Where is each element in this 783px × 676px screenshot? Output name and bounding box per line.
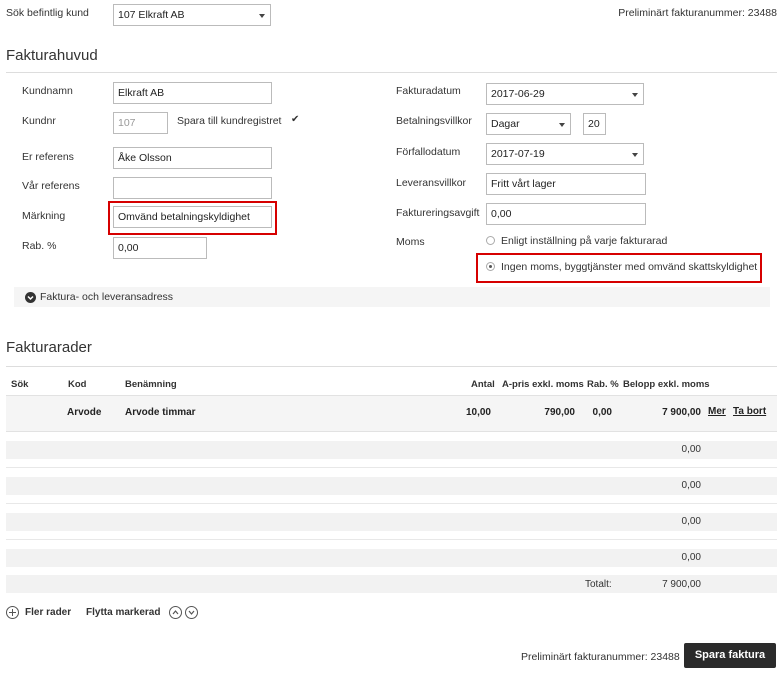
customer-no-label: Kundnr	[22, 115, 56, 127]
divider	[6, 503, 777, 504]
total-value: 7 900,00	[662, 579, 701, 590]
invoicing-fee-input[interactable]: 0,00	[486, 203, 646, 225]
section-title-invoice-header: Fakturahuvud	[6, 47, 98, 64]
prelim-invoice-number-top: Preliminärt fakturanummer: 23488	[618, 7, 777, 19]
marking-label: Märkning	[22, 210, 66, 222]
row-discount: 0,00	[592, 407, 612, 418]
marking-highlight	[108, 201, 277, 235]
move-selected-label: Flytta markerad	[86, 607, 161, 618]
chevron-down-icon	[259, 14, 265, 18]
col-header-discount: Rab. %	[587, 379, 619, 390]
col-header-amount: Belopp exkl. moms	[623, 379, 710, 390]
payment-terms-label: Betalningsvillkor	[396, 115, 472, 127]
plus-circle-icon[interactable]	[6, 606, 19, 619]
due-date-value: 2017-07-19	[491, 148, 545, 160]
customer-no-input: 107	[113, 112, 168, 134]
total-label: Totalt:	[585, 579, 612, 590]
search-customer-label: Sök befintlig kund	[6, 7, 89, 19]
row-amount: 0,00	[681, 516, 701, 527]
more-rows-button[interactable]: Fler rader	[25, 607, 71, 618]
your-reference-input[interactable]: Åke Olsson	[113, 147, 272, 169]
delivery-terms-label: Leveransvillkor	[396, 177, 467, 189]
save-invoice-button[interactable]: Spara faktura	[684, 643, 776, 668]
payment-terms-value: Dagar	[491, 118, 520, 130]
row-amount: 0,00	[681, 552, 701, 563]
divider	[6, 539, 777, 540]
section-title-invoice-rows: Fakturarader	[6, 339, 92, 356]
row-amount: 0,00	[681, 444, 701, 455]
chevron-down-icon	[632, 93, 638, 97]
customer-name-label: Kundnamn	[22, 85, 73, 97]
col-header-name: Benämning	[125, 379, 177, 390]
prelim-invoice-number-bottom: Preliminärt fakturanummer: 23488	[521, 651, 680, 663]
divider	[6, 366, 777, 367]
save-to-register-label: Spara till kundregistret	[177, 115, 282, 127]
delivery-terms-input[interactable]: Fritt vårt lager	[486, 173, 646, 195]
col-header-price: A-pris exkl. moms	[502, 379, 584, 390]
row-amount: 7 900,00	[662, 407, 701, 418]
row-code: Arvode	[67, 407, 102, 418]
address-toggle-label: Faktura- och leveransadress	[40, 291, 174, 303]
chevron-up-circle-icon[interactable]	[169, 606, 182, 619]
table-row[interactable]	[6, 549, 777, 567]
row-more-link[interactable]: Mer	[708, 406, 726, 417]
invoice-date-value: 2017-06-29	[491, 88, 545, 100]
col-header-code: Kod	[68, 379, 87, 390]
invoicing-fee-label: Faktureringsavgift	[396, 207, 480, 219]
row-price: 790,00	[544, 407, 575, 418]
chevron-down-circle-icon[interactable]	[185, 606, 198, 619]
col-header-search: Sök	[11, 379, 29, 390]
customer-select[interactable]: 107 Elkraft AB	[113, 4, 271, 26]
our-reference-input[interactable]	[113, 177, 272, 199]
payment-days-input[interactable]: 20	[583, 113, 606, 135]
row-delete-link[interactable]: Ta bort	[733, 406, 766, 417]
vat-option-per-row-label: Enligt inställning på varje fakturarad	[501, 235, 668, 247]
chevron-down-circle-icon	[25, 292, 36, 303]
table-row[interactable]	[6, 477, 777, 495]
vat-option-per-row-radio[interactable]	[486, 236, 495, 245]
save-to-register-checkbox[interactable]: ✔	[291, 115, 301, 125]
vat-option-highlight	[476, 253, 762, 283]
chevron-down-icon	[559, 123, 565, 127]
customer-name-input[interactable]: Elkraft AB	[113, 82, 272, 104]
divider	[6, 467, 777, 468]
row-amount: 0,00	[681, 480, 701, 491]
discount-input[interactable]: 0,00	[113, 237, 207, 259]
address-toggle-bar[interactable]: Faktura- och leveransadress	[14, 287, 770, 307]
col-header-qty: Antal	[471, 379, 495, 390]
discount-label: Rab. %	[22, 240, 57, 252]
chevron-down-icon	[632, 153, 638, 157]
your-reference-label: Er referens	[22, 151, 74, 163]
row-name: Arvode timmar	[125, 407, 196, 418]
table-row[interactable]	[6, 441, 777, 459]
due-date-label: Förfallodatum	[396, 146, 461, 158]
row-qty: 10,00	[465, 407, 491, 418]
payment-terms-select[interactable]: Dagar	[486, 113, 571, 135]
invoice-date-label: Fakturadatum	[396, 85, 461, 97]
vat-label: Moms	[396, 236, 425, 248]
customer-select-value: 107 Elkraft AB	[118, 9, 185, 21]
invoice-date-select[interactable]: 2017-06-29	[486, 83, 644, 105]
our-reference-label: Vår referens	[22, 180, 80, 192]
divider	[6, 72, 777, 73]
due-date-select[interactable]: 2017-07-19	[486, 143, 644, 165]
table-row[interactable]	[6, 513, 777, 531]
